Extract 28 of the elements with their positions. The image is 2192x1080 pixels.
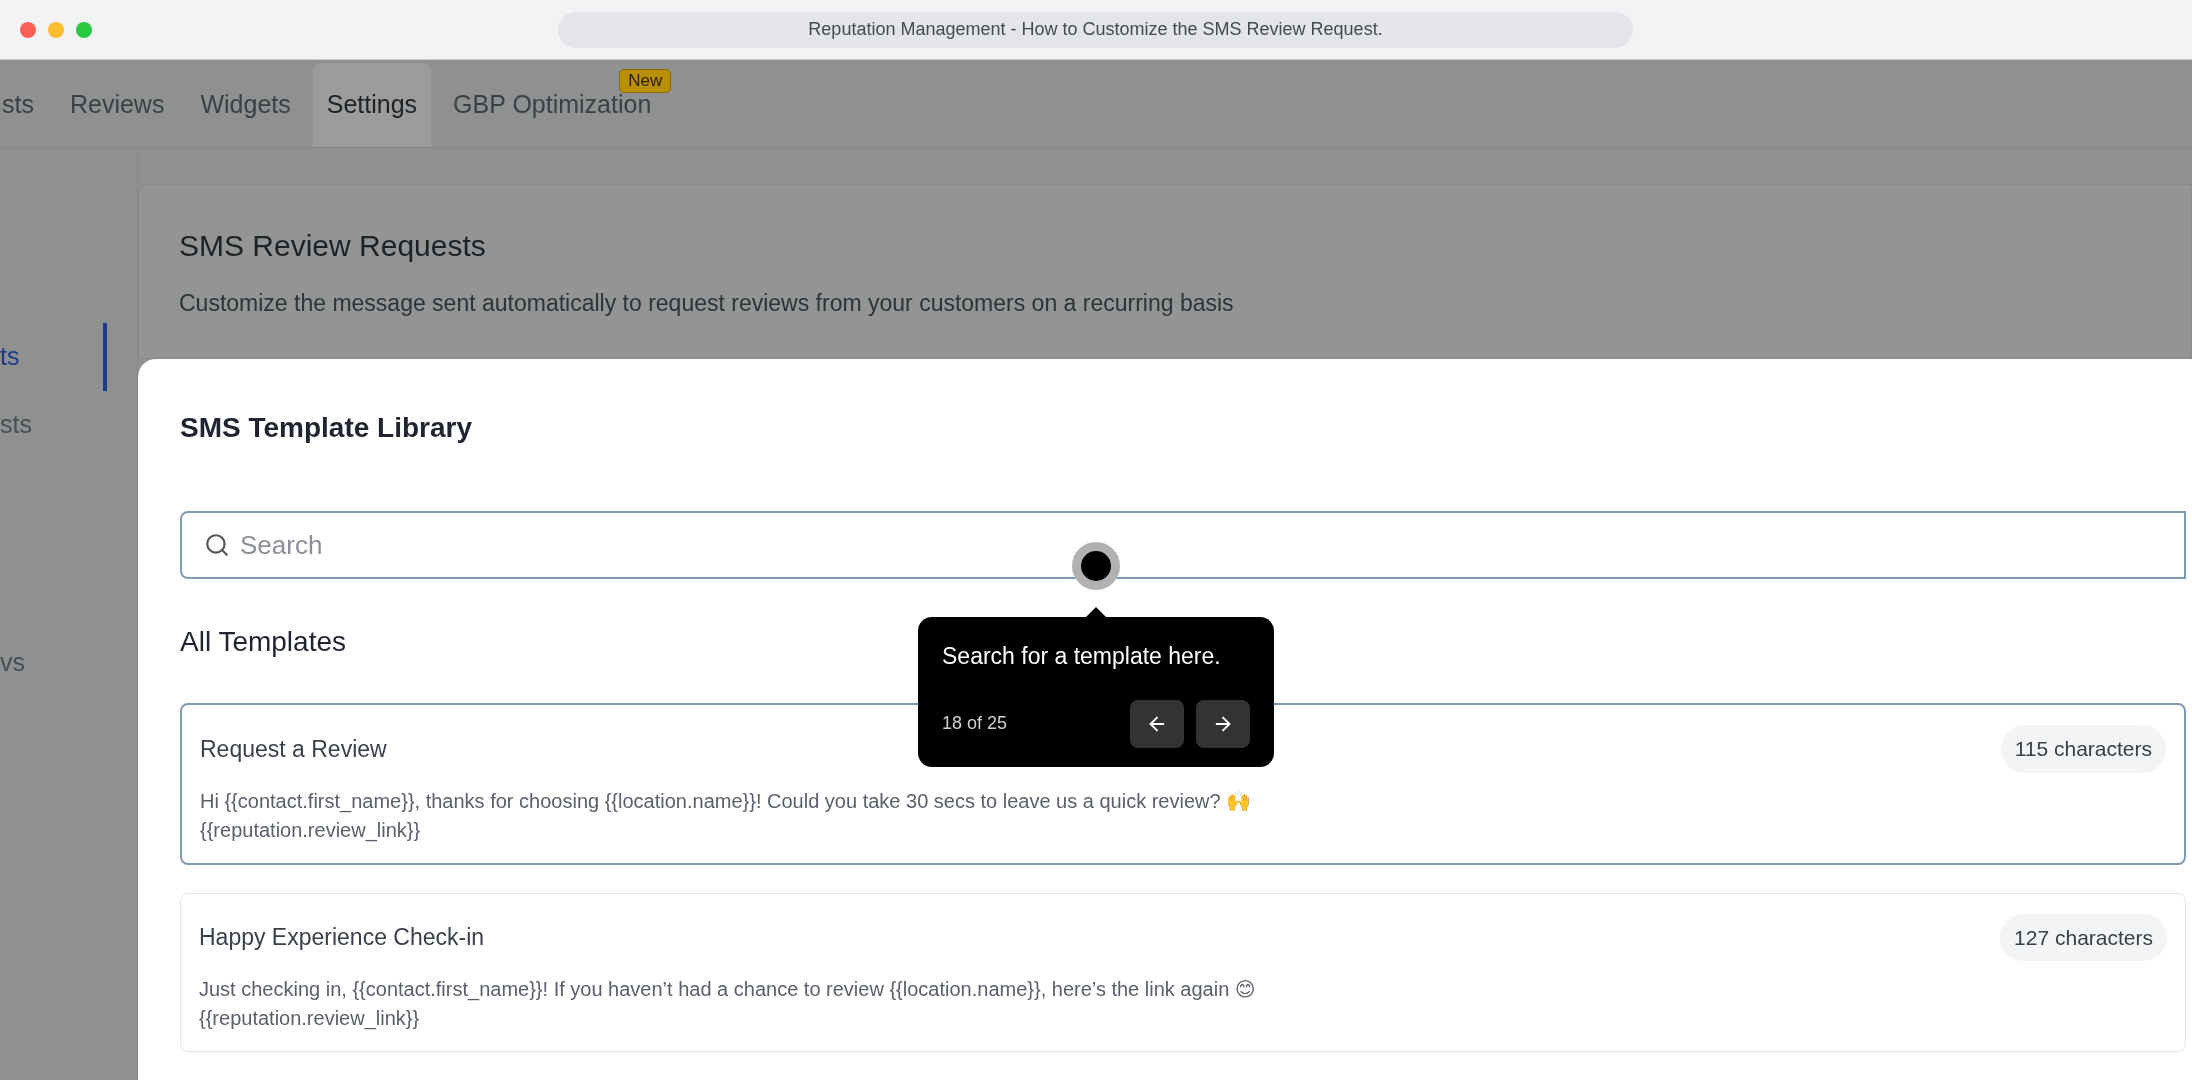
step-counter: 18 of 25 [942,712,1008,735]
character-count: 127 characters [2000,913,2167,961]
section-subtitle: Customize the message sent automatically to request reviews from your customers on a recurring basis [179,289,1235,318]
window-title: Reputation Management - How to Customize the SMS Review Request. [558,11,1633,48]
tab[interactable]: Reviews [55,63,179,147]
template-body: Just checking in, {{contact.first_name}}! If you haven’t had a chance to review {{location.name}}, here’s the link again 😊 [199,977,1257,1003]
list-title: All Templates [180,625,346,659]
search-field[interactable]: Search [180,511,2186,579]
template-link: {{reputation.review_link}} [199,1006,421,1032]
modal-title: SMS Template Library [180,411,473,445]
previous-button[interactable] [1130,699,1184,748]
tab[interactable]: Settings [312,63,432,147]
search-icon [204,532,230,558]
template-link: {{reputation.review_link}} [200,817,422,844]
template-body: Hi {{contact.first_name}}, thanks for choosing {{location.name}}! Could you take 30 secs to leave us a quick review? 🙌 [200,788,1253,815]
template-card[interactable]: Happy Experience Check-in 127 characters Just checking in, {{contact.first_name}}! If you haven’t had a chance to review {{location.name}}, here’s the link again 😊 {{reputation.review_link}} [180,892,2186,1052]
character-count: 115 characters [2000,725,2166,773]
template-name: Happy Experience Check-in [199,923,485,952]
tab[interactable]: Widgets [186,63,305,147]
tab[interactable]: sts [0,63,48,147]
tooltip-text: Search for a template here. [942,642,1222,671]
next-button[interactable] [1196,699,1250,748]
sidebar-item[interactable]: ts [0,323,107,391]
template-name: Request a Review [200,734,387,764]
section-title: SMS Review Requests [179,228,487,264]
sidebar-item[interactable]: sts [0,391,107,459]
new-badge: New [619,69,672,93]
sidebar-item[interactable]: vs [0,629,107,697]
